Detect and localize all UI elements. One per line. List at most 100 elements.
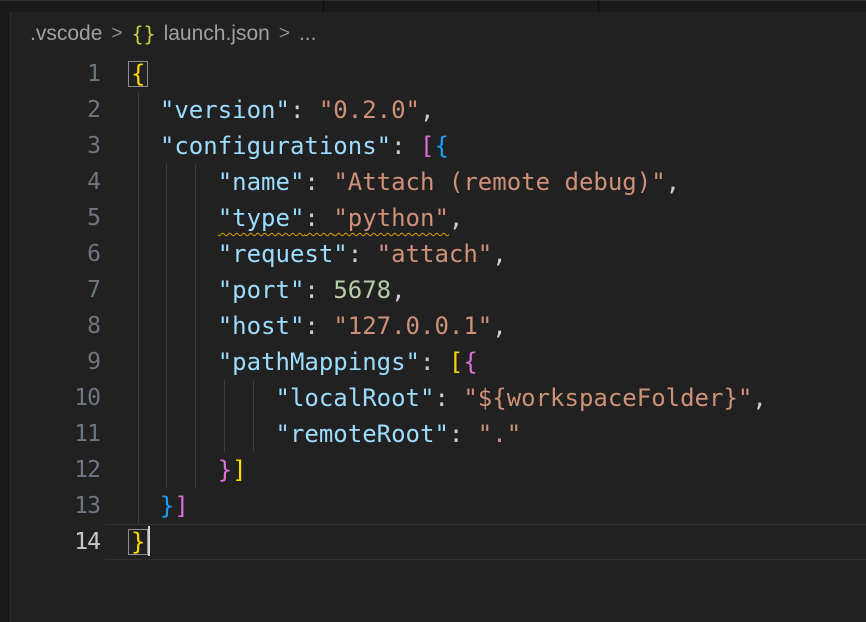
code-token: , (449, 204, 463, 232)
chevron-right-icon: > (279, 23, 290, 45)
code-line[interactable]: 4 "name": "Attach (remote debug)", (11, 164, 866, 200)
line-number[interactable]: 14 (11, 524, 100, 560)
code-line[interactable]: 5 "type": "python", (11, 200, 866, 236)
indent-guide (195, 344, 196, 380)
line-content: "host": "127.0.0.1", (131, 308, 507, 344)
current-line-highlight (105, 524, 866, 560)
code-token: : (304, 276, 333, 304)
json-file-icon: {} (131, 22, 155, 46)
code-line[interactable]: 10 "localRoot": "${workspaceFolder}", (11, 380, 866, 416)
code-token: , (492, 240, 506, 268)
code-token: : (391, 132, 420, 160)
code-line[interactable]: 7 "port": 5678, (11, 272, 866, 308)
tab-bar-strip (0, 0, 866, 12)
code-line[interactable]: 11 "remoteRoot": "." (11, 416, 866, 452)
indent-guide (195, 272, 196, 308)
breadcrumb-folder[interactable]: .vscode (30, 22, 102, 46)
line-number[interactable]: 2 (11, 92, 100, 128)
line-number[interactable]: 13 (11, 488, 100, 524)
line-number[interactable]: 3 (11, 128, 100, 164)
line-number[interactable]: 6 (11, 236, 100, 272)
code-token: "port" (218, 276, 305, 304)
code-token: "pathMappings" (218, 348, 420, 376)
line-content: "request": "attach", (131, 236, 507, 272)
code-token: 5678 (333, 276, 391, 304)
indent-guide (166, 236, 167, 272)
code-line[interactable]: 13 }] (11, 488, 866, 524)
code-token: : (304, 204, 333, 232)
code-token: "Attach (remote debug)" (333, 168, 665, 196)
indent-guide (138, 128, 139, 164)
indent-guide (166, 272, 167, 308)
indent-guide (195, 200, 196, 236)
code-line[interactable]: 9 "pathMappings": [{ (11, 344, 866, 380)
code-line[interactable]: 8 "host": "127.0.0.1", (11, 308, 866, 344)
indent-guide (138, 416, 139, 452)
code-token: , (391, 276, 405, 304)
indent-guide (138, 236, 139, 272)
code-token: "127.0.0.1" (333, 312, 492, 340)
code-token: "name" (218, 168, 305, 196)
indent-guide (195, 380, 196, 416)
indent-guide (166, 200, 167, 236)
indent-guide (195, 236, 196, 272)
sidebar-edge (0, 12, 11, 622)
breadcrumb-symbol[interactable]: ... (299, 22, 317, 46)
code-token: "request" (218, 240, 348, 268)
code-token: { (463, 348, 477, 376)
indent-guide (166, 308, 167, 344)
code-token: "${workspaceFolder}" (463, 384, 752, 412)
code-editor[interactable]: 1{2 "version": "0.2.0",3 "configurations… (11, 56, 866, 622)
code-token: , (492, 312, 506, 340)
line-number[interactable]: 9 (11, 344, 100, 380)
code-token: ] (174, 492, 188, 520)
code-token: "configurations" (160, 132, 391, 160)
code-token: "remoteRoot" (276, 420, 449, 448)
indent-guide (138, 164, 139, 200)
line-number[interactable]: 1 (11, 56, 100, 92)
code-line[interactable]: 2 "version": "0.2.0", (11, 92, 866, 128)
indent-guide (195, 164, 196, 200)
code-token: : (290, 96, 319, 124)
line-number[interactable]: 11 (11, 416, 100, 452)
indent-guide (166, 344, 167, 380)
code-token: : (434, 384, 463, 412)
code-token: , (752, 384, 766, 412)
line-number[interactable]: 5 (11, 200, 100, 236)
code-token: { (434, 132, 448, 160)
code-token: [ (449, 348, 463, 376)
line-content: "type": "python", (131, 200, 463, 236)
line-number[interactable]: 10 (11, 380, 100, 416)
code-line[interactable]: 1{ (11, 56, 866, 92)
code-token: } (160, 492, 174, 520)
code-line[interactable]: 12 }] (11, 452, 866, 488)
indent-guide (253, 380, 254, 416)
code-line[interactable]: 14} (11, 524, 866, 560)
indent-guide (166, 164, 167, 200)
line-number[interactable]: 12 (11, 452, 100, 488)
indent-guide (138, 488, 139, 524)
breadcrumb-file[interactable]: launch.json (164, 22, 270, 46)
code-token: : (348, 240, 377, 268)
line-number[interactable]: 4 (11, 164, 100, 200)
code-token: } (218, 456, 232, 484)
code-token: "attach" (377, 240, 493, 268)
line-content: "port": 5678, (131, 272, 406, 308)
matched-bracket: { (131, 60, 145, 88)
line-content: } (131, 524, 150, 560)
line-content: "version": "0.2.0", (131, 92, 434, 128)
text-cursor (148, 526, 150, 556)
code-line[interactable]: 6 "request": "attach", (11, 236, 866, 272)
code-token: "." (478, 420, 521, 448)
line-content: "remoteRoot": "." (131, 416, 521, 452)
indent-guide (195, 452, 196, 488)
code-token: : (304, 312, 333, 340)
code-line[interactable]: 3 "configurations": [{ (11, 128, 866, 164)
indent-guide (138, 308, 139, 344)
code-token: , (420, 96, 434, 124)
line-number[interactable]: 7 (11, 272, 100, 308)
indent-guide (138, 92, 139, 128)
line-content: "localRoot": "${workspaceFolder}", (131, 380, 767, 416)
line-number[interactable]: 8 (11, 308, 100, 344)
line-content: { (131, 56, 145, 92)
